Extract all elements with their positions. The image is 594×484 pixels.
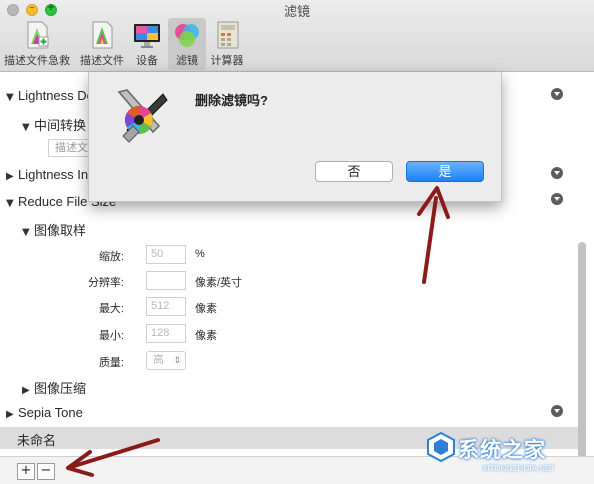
filter-menu-button[interactable]: [551, 193, 563, 205]
filter-name: Lightness In: [18, 167, 89, 182]
toolbar-label: 描述文件急救: [4, 55, 70, 67]
description-field[interactable]: 描述文: [48, 139, 92, 157]
filter-name: 未命名: [17, 433, 57, 448]
toolbar-label: 计算器: [210, 55, 244, 67]
watermark-logo-icon: [427, 431, 455, 463]
toolbar-item-profiles[interactable]: 描述文件: [76, 18, 128, 70]
add-filter-button[interactable]: +: [17, 463, 35, 480]
updown-chevron-icon: ⇕: [173, 355, 181, 365]
filter-name: Sepia Tone: [18, 405, 83, 420]
watermark-text: 系统之家: [458, 439, 546, 462]
filter-row-lightness-decrease[interactable]: ▼ Lightness De: [6, 88, 94, 108]
disclosure-open-icon[interactable]: ▼: [6, 198, 18, 209]
scale-unit: %: [195, 248, 205, 260]
window-titlebar: – + 滤镜 描述文件急救 描述文件 设备 滤镜 计算器: [0, 0, 594, 72]
component-row-image-compression[interactable]: ▶ 图像压缩: [22, 378, 86, 398]
confirm-delete-button[interactable]: 是: [406, 161, 484, 182]
min-label: 最小:: [98, 330, 124, 342]
filter-row-sepia-tone[interactable]: ▶ Sepia Tone: [6, 405, 83, 425]
component-name: 图像压缩: [34, 381, 87, 396]
max-input[interactable]: 512: [146, 297, 186, 316]
toolbar-item-filters[interactable]: 滤镜: [168, 18, 206, 70]
disclosure-closed-icon[interactable]: ▶: [22, 385, 34, 396]
profile-icon: [92, 21, 113, 49]
filter-menu-button[interactable]: [551, 167, 563, 179]
resolution-label: 分辨率:: [87, 277, 124, 289]
toolbar-label: 设备: [136, 55, 158, 67]
disclosure-open-icon[interactable]: ▼: [6, 92, 18, 103]
cancel-button[interactable]: 否: [315, 161, 393, 182]
disclosure-open-icon[interactable]: ▼: [22, 227, 34, 238]
min-unit: 像素: [195, 330, 217, 342]
delete-filter-dialog: 删除滤镜吗? 否 是: [88, 72, 502, 202]
toolbar-item-devices[interactable]: 设备: [130, 18, 164, 70]
display-icon: [134, 24, 160, 48]
toolbar-label: 滤镜: [176, 55, 198, 67]
filter-menu-button[interactable]: [551, 88, 563, 100]
filter-menu-button[interactable]: [551, 405, 563, 417]
resolution-unit: 像素/英寸: [195, 277, 243, 289]
quality-value: 高: [153, 354, 164, 366]
min-input[interactable]: 128: [146, 324, 186, 343]
remove-filter-button[interactable]: −: [37, 463, 55, 480]
component-name: 图像取样: [34, 223, 87, 238]
quality-label: 质量:: [98, 357, 124, 369]
disclosure-closed-icon[interactable]: ▶: [6, 409, 18, 420]
colorsync-firstaid-icon: [27, 21, 49, 49]
toolbar-item-calculator[interactable]: 计算器: [208, 18, 246, 70]
filter-name: Lightness De: [18, 88, 94, 103]
quality-select[interactable]: 高 ⇕: [146, 351, 186, 370]
component-name: 中间转换: [34, 118, 87, 133]
dialog-message: 删除滤镜吗?: [195, 93, 268, 108]
disclosure-closed-icon[interactable]: ▶: [6, 171, 18, 182]
max-unit: 像素: [195, 303, 217, 315]
filters-icon: [175, 24, 199, 47]
resolution-input[interactable]: [146, 271, 186, 290]
scale-input[interactable]: 50: [146, 245, 186, 264]
max-label: 最大:: [98, 303, 124, 315]
disclosure-open-icon[interactable]: ▼: [22, 122, 34, 133]
calculator-icon: [217, 21, 239, 49]
colorsync-utility-icon: [117, 89, 168, 143]
filter-row-lightness-increase[interactable]: ▶ Lightness In: [6, 167, 88, 187]
component-row-intermediate[interactable]: ▼ 中间转换: [22, 115, 86, 135]
toolbar-item-firstaid[interactable]: 描述文件急救: [2, 18, 72, 70]
toolbar-label: 描述文件: [80, 55, 124, 67]
watermark-subtext: XITONGZHIJIA.NET: [482, 464, 556, 473]
component-row-image-sampling[interactable]: ▼ 图像取样: [22, 220, 86, 240]
scale-label: 缩放:: [98, 251, 124, 263]
watermark: 系统之家 XITONGZHIJIA.NET: [410, 424, 594, 484]
